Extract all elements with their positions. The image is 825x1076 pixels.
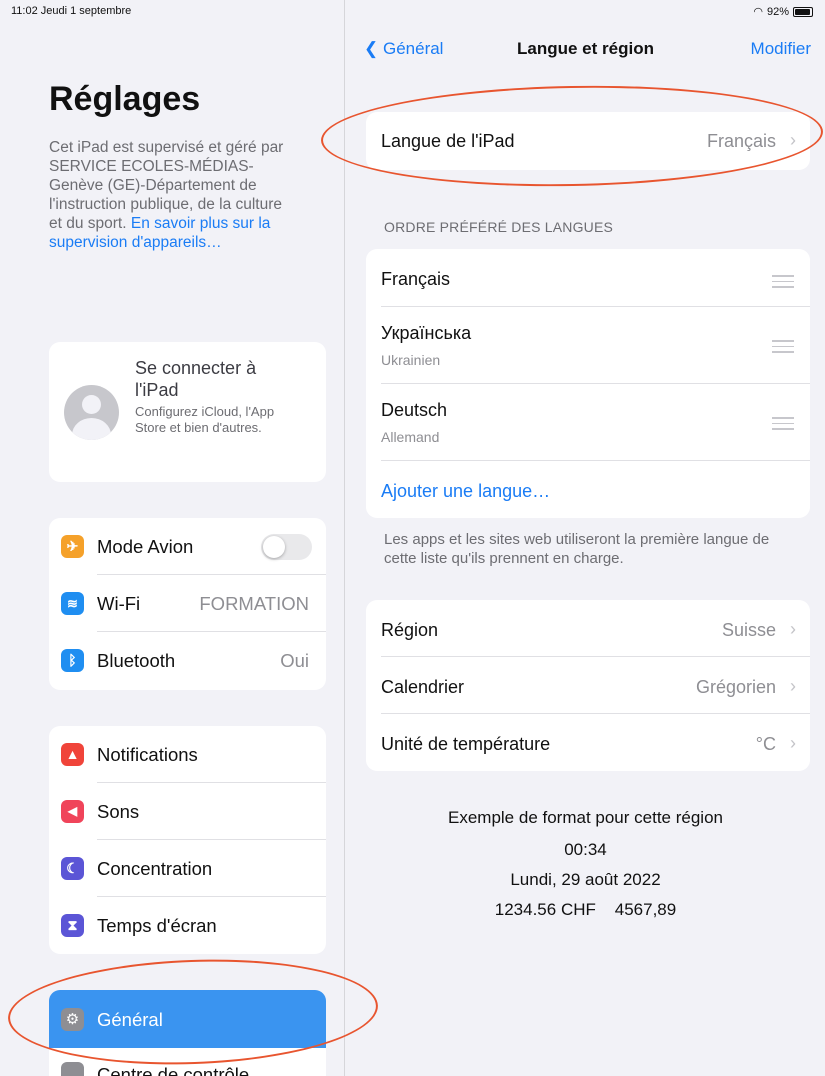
sign-in-card[interactable]: Se connecter à l'iPad Configurez iCloud,… — [49, 342, 326, 482]
moon-icon: ☾ — [61, 857, 84, 880]
sidebar-item-label: Centre de contrôle — [97, 1064, 250, 1076]
sidebar-item-bluetooth[interactable]: ᛒ Bluetooth Oui — [49, 632, 326, 689]
sidebar-item-label: Bluetooth — [97, 650, 176, 671]
add-language-row[interactable]: Ajouter une langue… — [366, 461, 810, 518]
sidebar-item-label: Wi-Fi — [97, 593, 141, 614]
temperature-unit-row[interactable]: Unité de température °C › — [366, 714, 810, 771]
bell-icon: ▲ — [61, 743, 84, 766]
airplane-icon: ✈ — [61, 535, 84, 558]
sidebar-item-label: Temps d'écran — [97, 915, 217, 936]
language-name: Українська — [381, 323, 472, 343]
chevron-right-icon: › — [790, 676, 796, 696]
language-subtitle: Ukrainien — [381, 352, 441, 368]
language-row[interactable]: Français — [366, 249, 810, 307]
region-label: Région — [381, 620, 439, 640]
chevron-right-icon: › — [790, 733, 796, 753]
region-row[interactable]: Région Suisse › — [366, 600, 810, 657]
wifi-network-value: FORMATION — [199, 593, 309, 614]
battery-percent: 92% — [766, 5, 789, 18]
sidebar-item-label: Notifications — [97, 744, 198, 765]
speaker-icon: ◀ — [61, 800, 84, 823]
languages-section-header: ORDRE PRÉFÉRÉ DES LANGUES — [384, 219, 614, 235]
sidebar-item-notifications[interactable]: ▲ Notifications — [49, 726, 326, 783]
sidebar-item-screen-time[interactable]: ⧗ Temps d'écran — [49, 897, 326, 954]
supervision-notice: Cet iPad est supervisé et géré par SERVI… — [49, 138, 299, 252]
language-subtitle: Allemand — [381, 429, 440, 445]
status-time-date: 11:02 Jeudi 1 septembre — [11, 5, 132, 17]
sidebar-item-label: Sons — [97, 801, 140, 822]
add-language-link[interactable]: Ajouter une langue… — [381, 481, 550, 502]
language-row[interactable]: Українська Ukrainien — [366, 307, 810, 384]
format-example-title: Exemple de format pour cette région — [448, 808, 723, 827]
reorder-handle-icon[interactable] — [772, 275, 794, 292]
wifi-icon: ≋ — [61, 592, 84, 615]
hourglass-icon: ⧗ — [61, 914, 84, 937]
sign-in-title: Se connecter à l'iPad — [135, 358, 257, 400]
calendar-row[interactable]: Calendrier Grégorien › — [366, 657, 810, 714]
calendar-label: Calendrier — [381, 677, 465, 697]
temperature-unit-value: °C — [755, 734, 776, 754]
format-example-date: Lundi, 29 août 2022 — [510, 870, 661, 889]
avatar — [64, 385, 119, 440]
region-card: Région Suisse › Calendrier Grégorien › U… — [366, 600, 810, 771]
status-right: ◠ 92% — [753, 5, 813, 18]
sidebar-item-airplane-mode[interactable]: ✈ Mode Avion — [49, 518, 326, 575]
region-value: Suisse — [721, 620, 776, 640]
sidebar: 11:02 Jeudi 1 septembre Réglages Cet iPa… — [0, 0, 345, 1076]
languages-footer: Les apps et les sites web utiliseront la… — [384, 531, 770, 567]
battery-icon — [793, 6, 813, 17]
temperature-unit-label: Unité de température — [381, 734, 551, 754]
sidebar-title: Réglages — [49, 80, 201, 118]
wifi-status-icon: ◠ — [753, 6, 763, 18]
format-example-time: 00:34 — [564, 840, 607, 859]
sidebar-item-focus[interactable]: ☾ Concentration — [49, 840, 326, 897]
chevron-right-icon: › — [790, 619, 796, 639]
sidebar-item-label: Mode Avion — [97, 536, 194, 557]
sign-in-subtitle: Configurez iCloud, l'App Store et bien d… — [135, 404, 275, 435]
notifications-group: ▲ Notifications ◀ Sons ☾ Concentration ⧗… — [49, 726, 326, 954]
language-row[interactable]: Deutsch Allemand — [366, 384, 810, 461]
reorder-handle-icon[interactable] — [772, 417, 794, 434]
sidebar-item-label: Concentration — [97, 858, 213, 879]
language-name: Deutsch — [381, 400, 448, 420]
connectivity-group: ✈ Mode Avion ≋ Wi-Fi FORMATION ᛒ Bluetoo… — [49, 518, 326, 690]
bluetooth-icon: ᛒ — [61, 649, 84, 672]
control-center-icon — [61, 1062, 84, 1076]
sidebar-item-sounds[interactable]: ◀ Sons — [49, 783, 326, 840]
bluetooth-value: Oui — [280, 650, 309, 671]
airplane-mode-toggle[interactable] — [261, 534, 312, 560]
format-example-numbers: 1234.56 CHF 4567,89 — [494, 900, 677, 919]
calendar-value: Grégorien — [695, 677, 776, 697]
language-name: Français — [381, 269, 451, 289]
reorder-handle-icon[interactable] — [772, 340, 794, 357]
sidebar-item-wifi[interactable]: ≋ Wi-Fi FORMATION — [49, 575, 326, 632]
edit-button[interactable]: Modifier — [751, 39, 811, 59]
preferred-languages-card: Français Українська Ukrainien Deutsch Al… — [366, 249, 810, 518]
